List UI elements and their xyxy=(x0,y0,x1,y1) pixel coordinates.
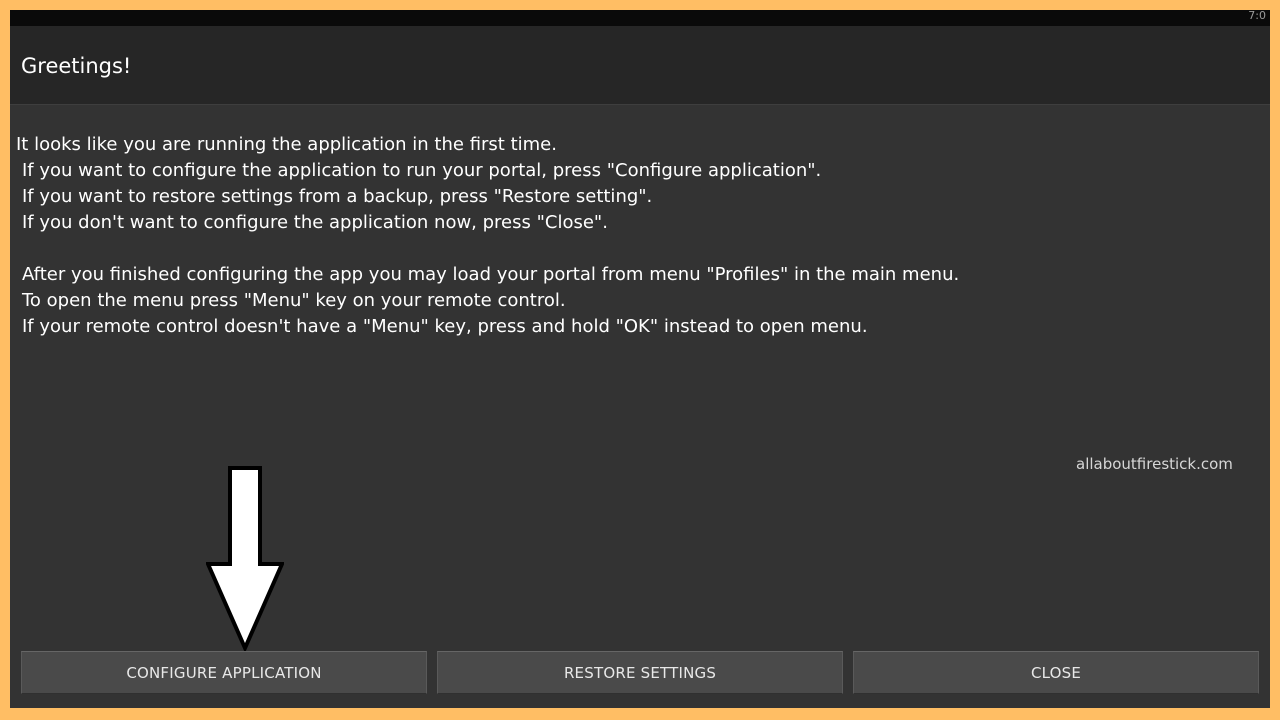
app-screen: 7:0 Greetings! It looks like you are run… xyxy=(10,10,1270,708)
dialog-title: Greetings! xyxy=(21,54,132,78)
message-line: It looks like you are running the applic… xyxy=(16,134,557,155)
watermark: allaboutfirestick.com xyxy=(1076,455,1233,473)
message-line: After you finished configuring the app y… xyxy=(22,264,960,285)
close-button[interactable]: CLOSE xyxy=(853,651,1259,694)
message-line: If you want to restore settings from a b… xyxy=(22,186,653,207)
message-spacer xyxy=(16,236,959,262)
message-line: To open the menu press "Menu" key on you… xyxy=(22,290,566,311)
title-divider xyxy=(10,104,1270,105)
dialog-button-bar: CONFIGURE APPLICATION RESTORE SETTINGS C… xyxy=(10,648,1270,708)
message-line: If you don't want to configure the appli… xyxy=(22,212,608,233)
message-line: If you want to configure the application… xyxy=(22,160,822,181)
configure-application-button[interactable]: CONFIGURE APPLICATION xyxy=(21,651,427,694)
status-bar: 7:0 xyxy=(10,10,1270,26)
down-arrow-icon xyxy=(206,466,284,652)
dialog-message: It looks like you are running the applic… xyxy=(16,132,959,340)
message-line: If your remote control doesn't have a "M… xyxy=(22,316,868,337)
clock-fragment: 7:0 xyxy=(1248,10,1266,22)
dialog-title-bar: Greetings! xyxy=(10,26,1270,104)
restore-settings-button[interactable]: RESTORE SETTINGS xyxy=(437,651,843,694)
